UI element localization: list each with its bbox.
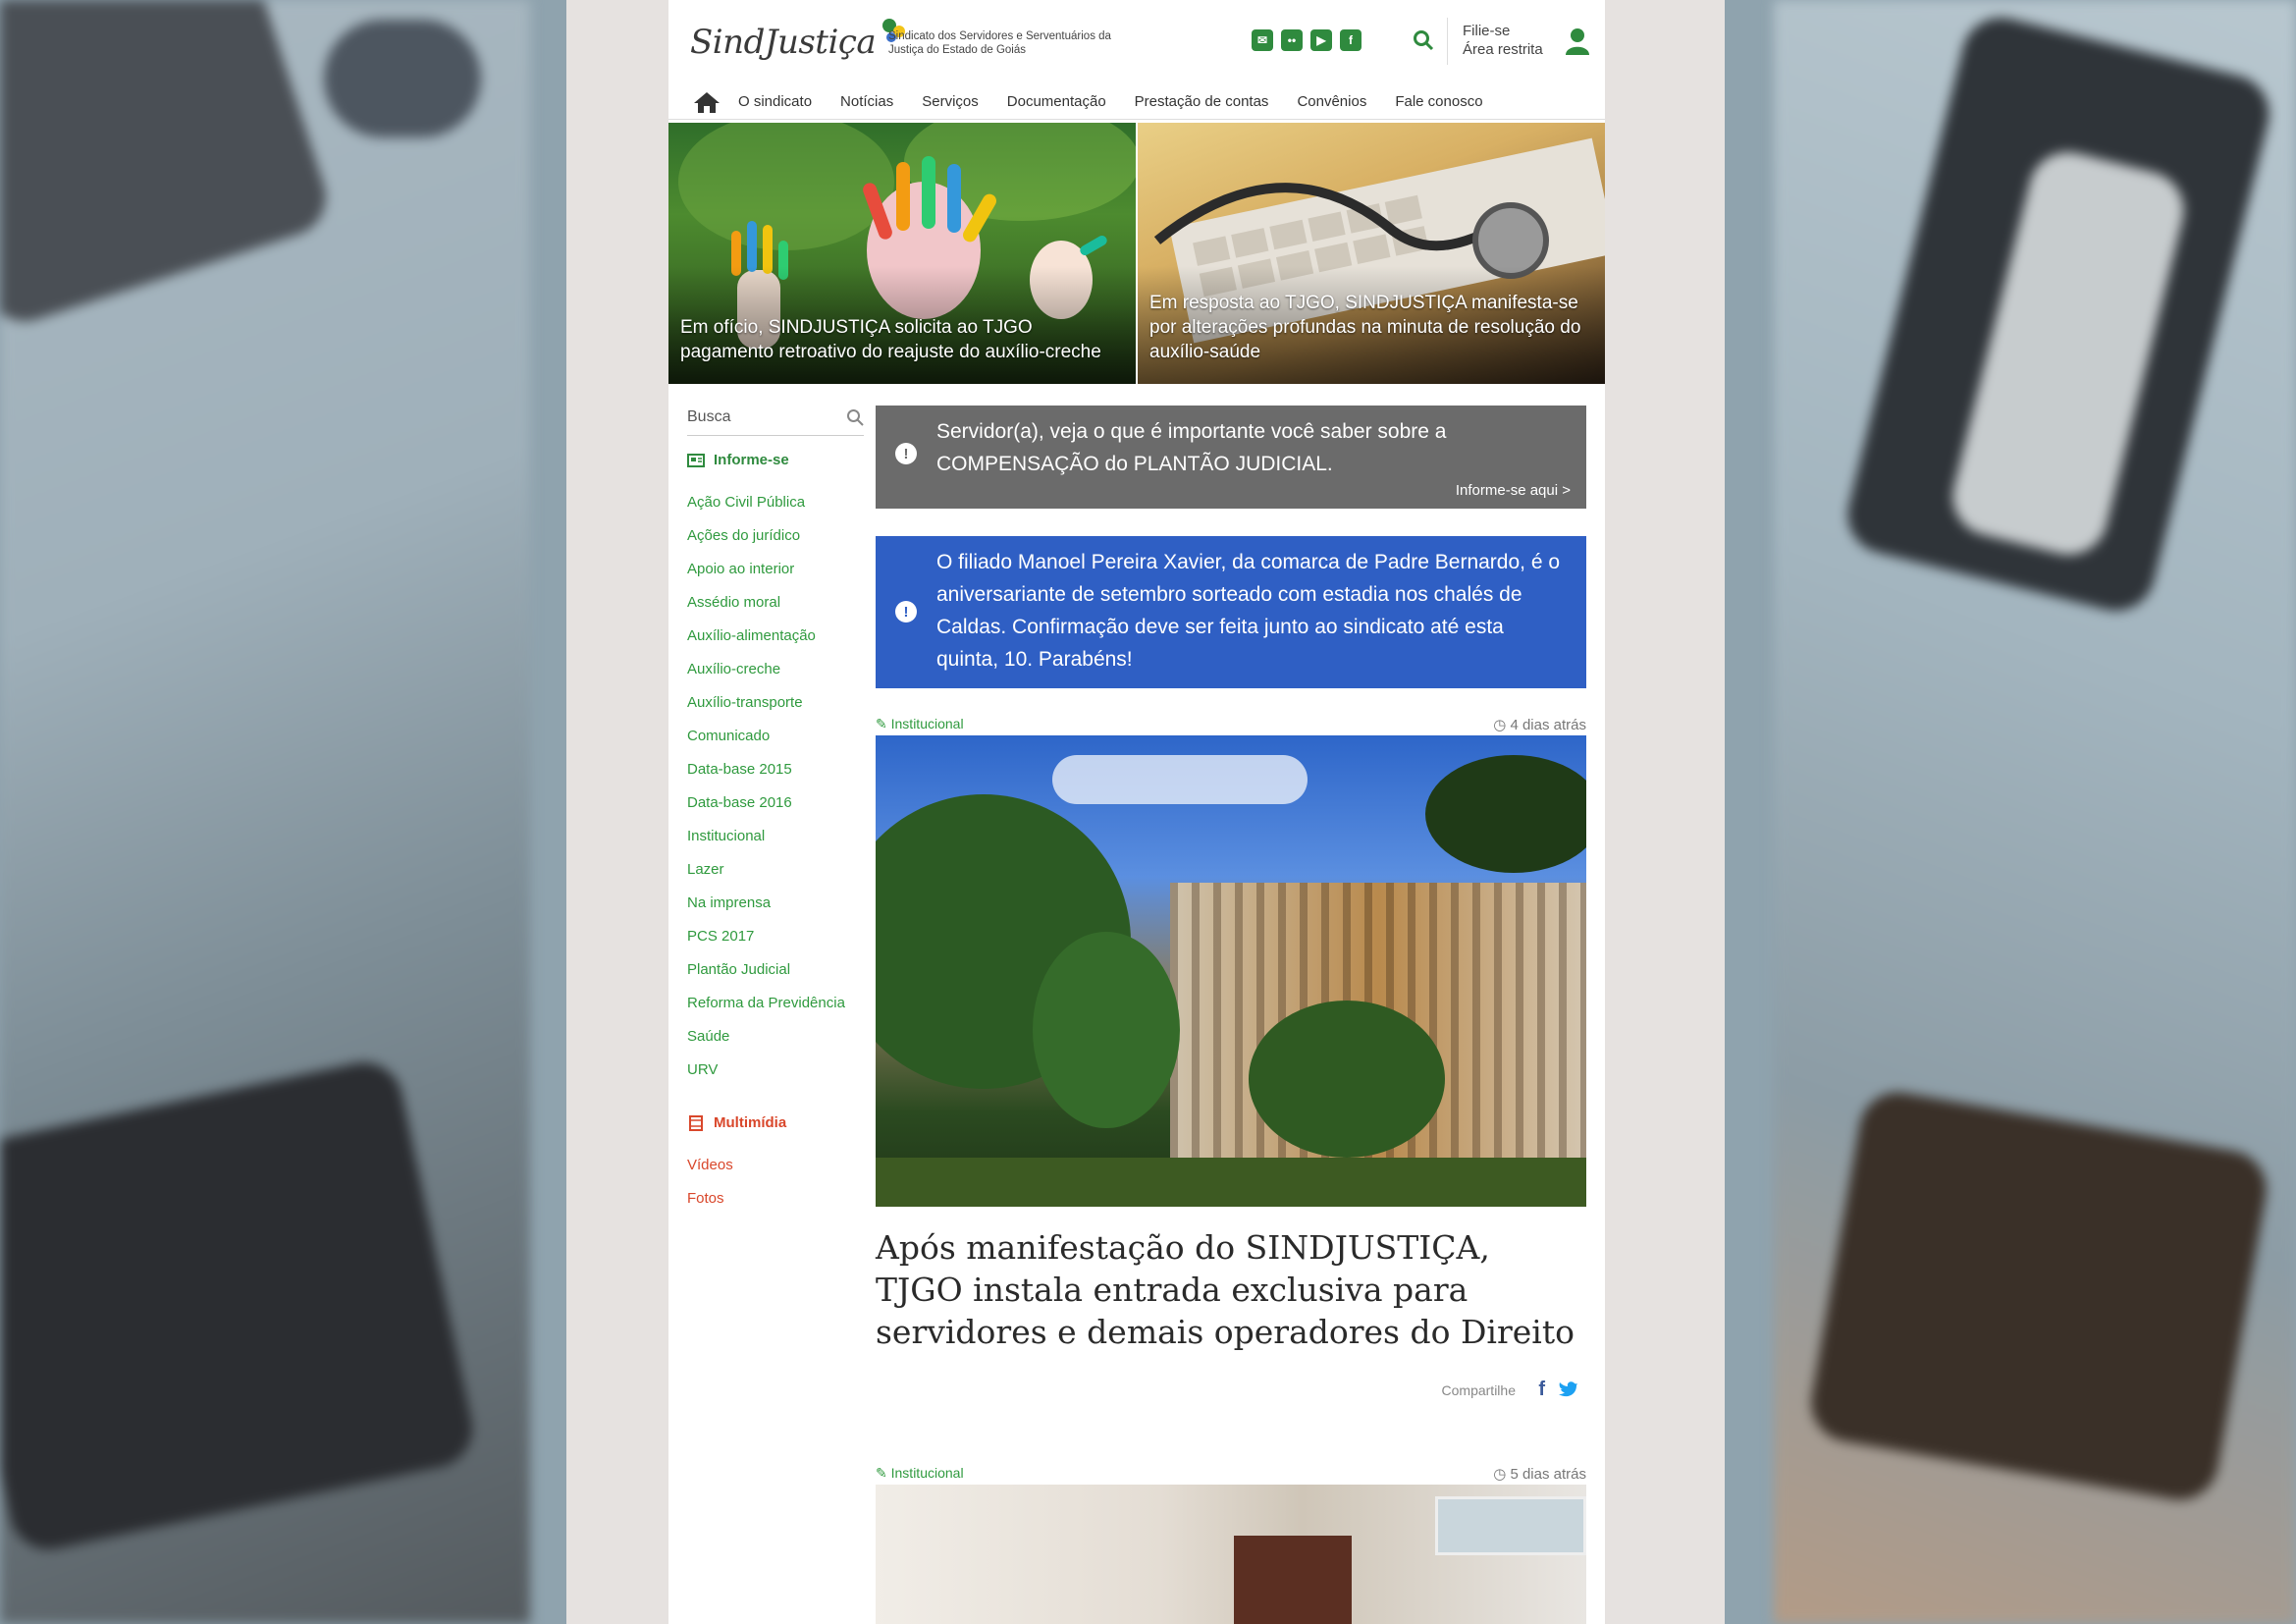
article-image[interactable]	[876, 1485, 1586, 1624]
article-meta: ✎ Institucional ◷ 5 dias atrás	[876, 1455, 1586, 1485]
flickr-icon[interactable]: ••	[1281, 29, 1303, 51]
sidebar-item-na-imprensa[interactable]: Na imprensa	[687, 887, 874, 920]
facebook-icon[interactable]: f	[1340, 29, 1362, 51]
notice-text: O filiado Manoel Pereira Xavier, da coma…	[936, 551, 1561, 671]
nav-item-noticias[interactable]: Notícias	[840, 93, 893, 110]
share-bar: Compartilhe f	[876, 1369, 1586, 1414]
multimidia-list: Vídeos Fotos	[687, 1149, 874, 1216]
sidebar-item-saude[interactable]: Saúde	[687, 1020, 874, 1054]
nav-item-convenios[interactable]: Convênios	[1297, 93, 1366, 110]
film-icon	[689, 1114, 703, 1131]
logo-text: SindJustiça	[690, 23, 877, 62]
facebook-share-icon[interactable]: f	[1538, 1379, 1545, 1401]
sidebar-item-plantao-judicial[interactable]: Plantão Judicial	[687, 953, 874, 987]
nav-item-servicos[interactable]: Serviços	[922, 93, 979, 110]
main-content: ! Servidor(a), veja o que é importante v…	[876, 406, 1586, 1624]
nav-item-prestacao[interactable]: Prestação de contas	[1135, 93, 1269, 110]
webpage: SindJustiça Sindicato dos Servidores e S…	[668, 0, 1605, 1624]
sidebar-item-data-base-2016[interactable]: Data-base 2016	[687, 786, 874, 820]
search-icon[interactable]	[846, 408, 864, 426]
informe-se-aqui-link[interactable]: Informe-se aqui >	[1456, 482, 1571, 499]
site-logo[interactable]: SindJustiça	[690, 18, 911, 67]
article-title[interactable]: Após manifestação do SINDJUSTIÇA, TJGO i…	[876, 1226, 1586, 1353]
join-link[interactable]: Filie-se	[1463, 22, 1543, 40]
share-label: Compartilhe	[1441, 1382, 1516, 1398]
hero-caption[interactable]: Em ofício, SINDJUSTIÇA solicita ao TJGO …	[680, 315, 1124, 364]
nav-item-fale-conosco[interactable]: Fale conosco	[1395, 93, 1482, 110]
article-category[interactable]: ✎ Institucional	[876, 1465, 964, 1482]
article-time: ◷ 5 dias atrás	[1493, 1466, 1586, 1483]
sidebar-item-fotos[interactable]: Fotos	[687, 1182, 874, 1216]
notice-text: Servidor(a), veja o que é importante voc…	[936, 420, 1447, 475]
social-links: ✉ •• ▶ f	[1252, 29, 1362, 51]
hero-slide-auxilio-saude[interactable]: Em resposta ao TJGO, SINDJUSTIÇA manifes…	[1138, 123, 1605, 384]
sidebar-item-reforma-previdencia[interactable]: Reforma da Previdência	[687, 987, 874, 1020]
photo-cloud	[1052, 755, 1308, 804]
informe-se-heading: Informe-se	[687, 452, 874, 468]
main-nav: O sindicato Notícias Serviços Documentaç…	[668, 84, 1605, 120]
sidebar-item-institucional[interactable]: Institucional	[687, 820, 874, 853]
search-icon[interactable]	[1412, 28, 1435, 52]
user-icon[interactable]	[1565, 27, 1590, 55]
photo-window	[1435, 1496, 1586, 1555]
photo-cabinet	[1234, 1536, 1352, 1624]
photo-tree	[1033, 932, 1180, 1128]
time-label: 4 dias atrás	[1510, 717, 1586, 733]
article-image[interactable]	[876, 735, 1586, 1207]
sidebar-item-pcs-2017[interactable]: PCS 2017	[687, 920, 874, 953]
sidebar-item-data-base-2015[interactable]: Data-base 2015	[687, 753, 874, 786]
sidebar-item-urv[interactable]: URV	[687, 1054, 874, 1087]
article-time: ◷ 4 dias atrás	[1493, 717, 1586, 733]
background-left	[0, 0, 530, 1624]
info-icon: !	[895, 601, 917, 623]
newspaper-icon	[687, 453, 705, 467]
site-header: SindJustiça Sindicato dos Servidores e S…	[668, 0, 1605, 79]
article-category[interactable]: ✎ Institucional	[876, 716, 964, 732]
photo-tree	[1425, 755, 1586, 873]
hero-slide-auxilio-creche[interactable]: Em ofício, SINDJUSTIÇA solicita ao TJGO …	[668, 123, 1136, 384]
nav-item-sindicato[interactable]: O sindicato	[738, 93, 812, 110]
youtube-icon[interactable]: ▶	[1310, 29, 1332, 51]
sidebar-item-acoes-juridico[interactable]: Ações do jurídico	[687, 519, 874, 553]
notice-aniversariante[interactable]: ! O filiado Manoel Pereira Xavier, da co…	[876, 536, 1586, 688]
search-placeholder: Busca	[687, 408, 731, 425]
background-right	[1774, 0, 2296, 1624]
restricted-area-link[interactable]: Área restrita	[1463, 40, 1543, 59]
informe-se-title: Informe-se	[714, 452, 789, 468]
sidebar-item-comunicado[interactable]: Comunicado	[687, 720, 874, 753]
header-divider	[1447, 18, 1448, 65]
sidebar-item-videos[interactable]: Vídeos	[687, 1149, 874, 1182]
sidebar-item-auxilio-transporte[interactable]: Auxílio-transporte	[687, 686, 874, 720]
category-label: Institucional	[890, 716, 964, 731]
multimidia-title: Multimídia	[714, 1114, 787, 1131]
multimidia-heading: Multimídia	[687, 1114, 874, 1131]
account-links: Filie-se Área restrita	[1463, 22, 1543, 59]
site-tagline: Sindicato dos Servidores e Serventuários…	[888, 30, 1111, 56]
twitter-share-icon[interactable]	[1559, 1380, 1578, 1398]
sidebar-item-acao-civil-publica[interactable]: Ação Civil Pública	[687, 486, 874, 519]
search-field[interactable]: Busca	[687, 397, 864, 436]
sidebar-item-assedio-moral[interactable]: Assédio moral	[687, 586, 874, 620]
info-icon: !	[895, 443, 917, 464]
photo-lawn	[876, 1158, 1586, 1207]
sidebar-item-lazer[interactable]: Lazer	[687, 853, 874, 887]
sidebar-item-auxilio-alimentacao[interactable]: Auxílio-alimentação	[687, 620, 874, 653]
informe-se-list: Ação Civil Pública Ações do jurídico Apo…	[687, 486, 874, 1087]
category-label: Institucional	[890, 1465, 964, 1481]
home-icon[interactable]	[693, 90, 721, 114]
article-meta: ✎ Institucional ◷ 4 dias atrás	[876, 706, 1586, 735]
sidebar-item-auxilio-creche[interactable]: Auxílio-creche	[687, 653, 874, 686]
time-label: 5 dias atrás	[1510, 1466, 1586, 1483]
notice-plantao-judicial[interactable]: ! Servidor(a), veja o que é importante v…	[876, 406, 1586, 509]
nav-item-documentacao[interactable]: Documentação	[1007, 93, 1106, 110]
sidebar-item-apoio-interior[interactable]: Apoio ao interior	[687, 553, 874, 586]
mail-icon[interactable]: ✉	[1252, 29, 1273, 51]
hero-caption[interactable]: Em resposta ao TJGO, SINDJUSTIÇA manifes…	[1149, 291, 1593, 364]
sidebar: Busca Informe-se Ação Civil Pública Açõe…	[687, 397, 874, 1216]
photo-tree	[1249, 1001, 1445, 1158]
